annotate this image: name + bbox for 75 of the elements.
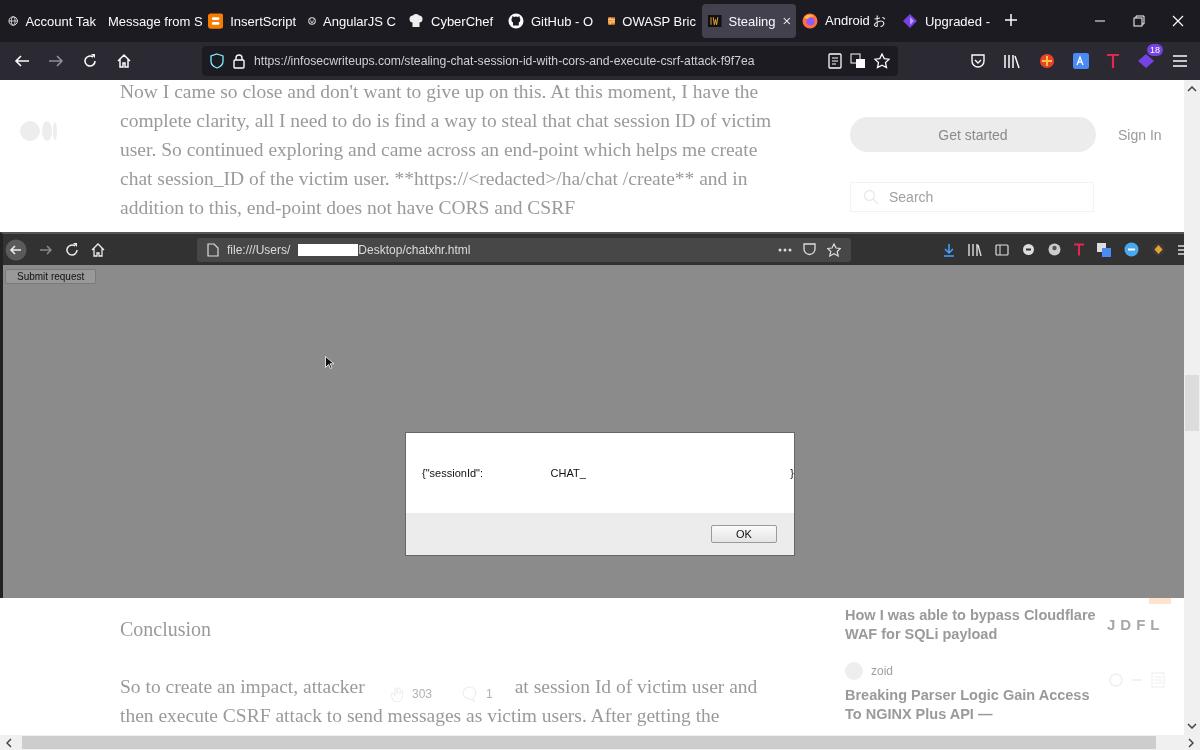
pocket-icon[interactable] bbox=[803, 243, 816, 256]
url-text: Desktop/chatxhr.html bbox=[358, 242, 471, 257]
restore-icon[interactable] bbox=[1133, 15, 1145, 27]
diamond-icon[interactable] bbox=[1137, 53, 1155, 69]
scrollbar-thumb[interactable] bbox=[22, 736, 1156, 749]
extension-icon[interactable] bbox=[1038, 53, 1056, 69]
address-bar[interactable]: https://infosecwriteups.com/stealing-chat-session-id-with-cors-and-execute-csrf-attack-f9f7ea bbox=[202, 46, 898, 76]
address-bar[interactable]: file:///Users/ Desktop/chatxhr.html bbox=[197, 237, 851, 262]
account-icon[interactable] bbox=[1048, 243, 1061, 256]
file-icon bbox=[207, 242, 219, 257]
extension-icon[interactable] bbox=[1124, 242, 1139, 257]
scrollbar-thumb[interactable] bbox=[1185, 375, 1199, 431]
library-icon[interactable] bbox=[968, 243, 982, 256]
submit-request-button[interactable]: Submit request bbox=[5, 269, 97, 284]
cat-icon bbox=[508, 13, 524, 29]
back-arrow-icon[interactable] bbox=[14, 53, 30, 69]
notification-badge: 18 bbox=[1147, 44, 1163, 56]
lock-icon bbox=[232, 53, 246, 69]
mouse-pointer-icon bbox=[325, 356, 334, 369]
translate-icon[interactable] bbox=[1097, 242, 1111, 257]
section-heading: Conclusion bbox=[120, 618, 213, 641]
plus-icon[interactable] bbox=[1004, 12, 1018, 27]
close-icon[interactable] bbox=[782, 16, 790, 26]
dialog-message: } bbox=[790, 467, 794, 479]
forward-arrow-icon[interactable] bbox=[39, 242, 53, 257]
browser-tab[interactable]: Upgraded - bbox=[896, 4, 996, 38]
sidebar-icon[interactable] bbox=[995, 243, 1009, 256]
chef-hat-icon bbox=[408, 13, 424, 29]
browser-tab[interactable]: AngularJS C bbox=[302, 4, 402, 38]
url-text: file:///Users/ bbox=[227, 242, 291, 257]
t-extension-icon[interactable] bbox=[1074, 243, 1084, 256]
download-icon[interactable] bbox=[943, 242, 955, 257]
firefox-icon bbox=[802, 13, 818, 29]
scroll-up-icon[interactable] bbox=[1187, 86, 1197, 92]
diamond-icon bbox=[902, 13, 918, 29]
browser-tab[interactable]: GitHub - O bbox=[502, 4, 602, 38]
article-text-line: then execute CSRF attack to send messages as victim users. After getting the bbox=[120, 704, 721, 728]
blog-icon bbox=[208, 13, 224, 29]
scroll-down-icon[interactable] bbox=[1187, 723, 1197, 729]
article-text-line: So to create an impact, attacker bbox=[120, 675, 365, 699]
home-icon[interactable] bbox=[91, 242, 105, 257]
close-icon[interactable] bbox=[1172, 15, 1184, 27]
iw-logo-icon bbox=[708, 13, 722, 29]
forward-arrow-icon[interactable] bbox=[48, 53, 64, 69]
t-extension-icon[interactable] bbox=[1106, 53, 1120, 69]
comment-count: 1 bbox=[486, 687, 493, 701]
star-icon[interactable] bbox=[827, 242, 841, 257]
scroll-right-icon[interactable] bbox=[1188, 737, 1194, 748]
redaction-mark bbox=[298, 243, 359, 256]
extension-icon[interactable] bbox=[1152, 243, 1165, 256]
article-paragraph: Now I came so close and don't want to give up on this. At this moment, I have the complete clarity, all I need to do is find a way to steal that chat session ID of victim user. So continued exploring and came across an end-point which helps me create chat session_ID of the victim user. **https://<redacted>/ha/chat /create** and in addition to this, end-point does not have CORS and CSRF bbox=[120, 80, 773, 220]
browser-tab[interactable]: Account Tak bbox=[2, 4, 102, 38]
browser-tab[interactable]: Message from S bbox=[102, 4, 202, 38]
shield-icon bbox=[210, 53, 224, 69]
more-dots-icon[interactable] bbox=[778, 247, 792, 252]
reload-icon[interactable] bbox=[82, 53, 98, 69]
dialog-message: {"sessionId": bbox=[422, 467, 483, 479]
url-text: https://infosecwriteups.com/stealing-chat-session-id-with-cors-and-execute-csrf-attack-f9f7ea bbox=[254, 54, 756, 68]
dialog-message: CHAT_ bbox=[550, 467, 586, 479]
translate-icon[interactable] bbox=[850, 53, 866, 69]
sync-icon[interactable] bbox=[1022, 243, 1035, 256]
browser-tab[interactable]: InsertScript bbox=[202, 4, 302, 38]
browser-tab[interactable]: Android お bbox=[796, 4, 896, 38]
ok-button[interactable]: OK bbox=[711, 525, 777, 543]
menu-icon[interactable] bbox=[1178, 243, 1184, 256]
reload-icon[interactable] bbox=[65, 242, 79, 257]
scroll-left-icon[interactable] bbox=[6, 737, 12, 748]
browser-tab[interactable]: Stealing bbox=[702, 4, 796, 38]
publication-logo: JDFL bbox=[1107, 616, 1165, 633]
clap-count: 303 bbox=[412, 687, 433, 701]
browser-tab[interactable]: OWASP Bric bbox=[602, 4, 702, 38]
reader-view-icon[interactable] bbox=[828, 53, 842, 69]
browser-tab[interactable]: CyberChef bbox=[402, 4, 502, 38]
article-text-line: at session Id of victim user and bbox=[514, 675, 758, 699]
globe-icon bbox=[8, 13, 19, 29]
